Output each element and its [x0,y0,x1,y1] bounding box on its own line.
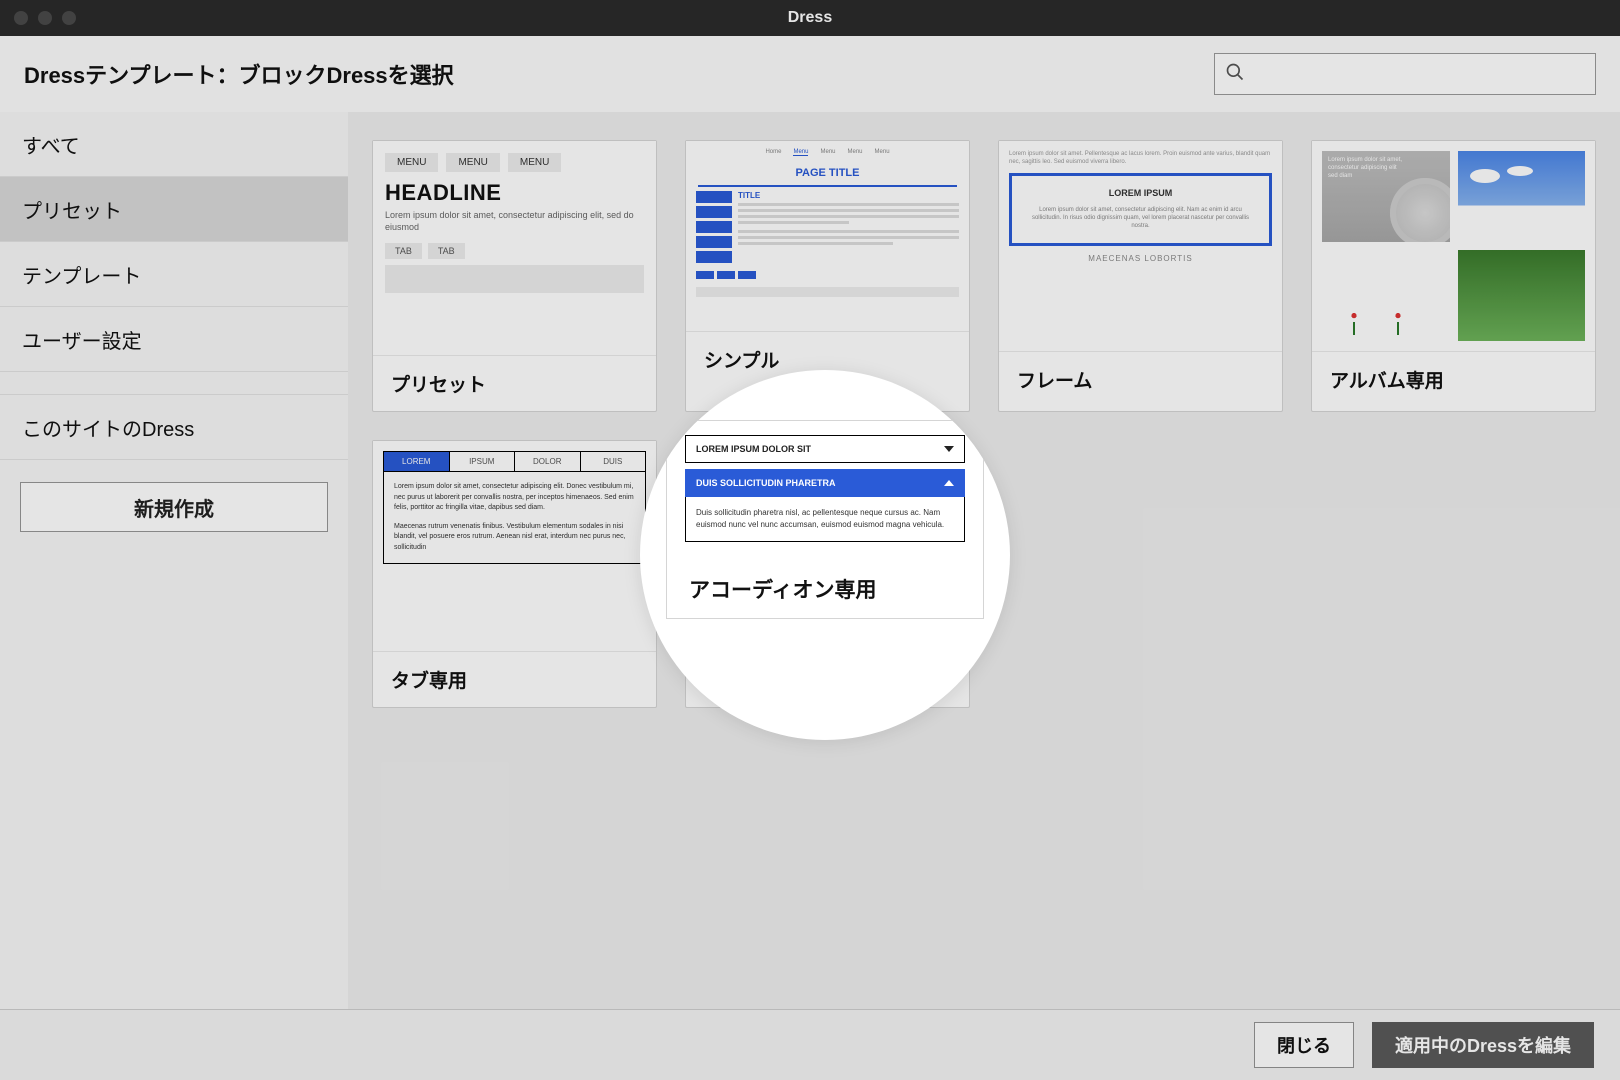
template-card-preset[interactable]: MENU MENU MENU HEADLINE Lorem ipsum dolo… [372,140,657,412]
new-button-label: 新規作成 [134,493,214,522]
sidebar-item-template[interactable]: テンプレート [0,242,348,307]
template-card-label: アコーディオン専用 [667,556,983,618]
thumb-image-ferris: Lorem ipsum dolor sit amet, consectetur … [1322,151,1450,242]
sidebar-item-preset[interactable]: プリセット [0,177,348,242]
thumb-menu-pill: MENU [385,153,438,172]
template-card-tab[interactable]: LOREMIPSUMDOLORDUIS Lorem ipsum dolor si… [372,440,657,708]
new-button[interactable]: 新規作成 [20,482,328,532]
template-thumb: MENU MENU MENU HEADLINE Lorem ipsum dolo… [373,141,656,356]
sidebar-item-label: このサイトのDress [22,413,194,442]
thumb-accordion-row-open: DUIS SOLLICITUDIN PHARETRA [685,469,965,497]
thumb-image-sky [1458,151,1586,242]
sidebar-item-this-site[interactable]: このサイトのDress [0,395,348,460]
dialog-title: Dressテンプレート：ブロックDressを選択 [24,58,454,90]
thumb-caption: MAECENAS LOBORTIS [1009,254,1272,263]
search-field[interactable] [1214,53,1596,95]
thumb-frame: LOREM IPSUM Lorem ipsum dolor sit amet, … [1009,173,1272,246]
thumb-menu-pill: MENU [446,153,499,172]
chevron-down-icon [944,446,954,452]
template-thumb: Lorem ipsum dolor sit amet. Pellentesque… [999,141,1282,352]
template-thumb: HomeMenuMenuMenuMenu PAGE TITLE TITLE [686,141,969,332]
template-card-album[interactable]: Lorem ipsum dolor sit amet, consectetur … [1311,140,1596,412]
thumb-page-title: PAGE TITLE [698,159,957,187]
chevron-up-icon [944,480,954,486]
template-card-label: プリセット [373,356,656,411]
sidebar-item-label: すべて [22,130,80,159]
template-card-label: アルバム専用 [1312,352,1595,407]
thumb-menu-pill: MENU [508,153,561,172]
sidebar-item-user[interactable]: ユーザー設定 [0,307,348,372]
template-thumb: LOREMIPSUMDOLORDUIS Lorem ipsum dolor si… [373,441,656,652]
thumb-tabs: LOREMIPSUMDOLORDUIS [383,451,646,472]
thumb-accordion-row: LOREM IPSUM DOLOR SIT [685,435,965,463]
thumb-accordion-body: Duis sollicitudin pharetra nisl, ac pell… [685,497,965,542]
dialog-footer: 閉じる 適用中のDressを編集 [0,1009,1620,1080]
sidebar-item-label: プリセット [22,195,122,224]
sidebar-separator [0,372,348,395]
template-card-frame[interactable]: Lorem ipsum dolor sit amet. Pellentesque… [998,140,1283,412]
thumb-image-flowers [1322,250,1450,341]
sidebar-item-label: テンプレート [22,260,141,289]
tutorial-spotlight: LOREM IPSUM DOLOR SIT DUIS SOLLICITUDIN … [640,370,1010,740]
window-titlebar: Dress [0,0,1620,36]
thumb-frame-body: Lorem ipsum dolor sit amet, consectetur … [1024,206,1257,231]
close-button[interactable]: 閉じる [1254,1022,1354,1068]
thumb-title: TITLE [738,191,959,200]
thumb-headline: HEADLINE [385,180,644,206]
thumb-small-text: Lorem ipsum dolor sit amet. Pellentesque… [1009,151,1272,167]
thumb-side-nav [696,191,732,263]
search-icon [1225,62,1245,87]
edit-applied-dress-button[interactable]: 適用中のDressを編集 [1372,1022,1594,1068]
search-input[interactable] [1253,65,1585,84]
edit-button-label: 適用中のDressを編集 [1395,1032,1571,1058]
thumb-tab-pill: TAB [385,243,422,259]
template-card-label: タブ専用 [373,652,656,707]
thumb-image-green [1458,250,1586,341]
sidebar-item-all[interactable]: すべて [0,112,348,177]
thumb-nav: HomeMenuMenuMenuMenu [686,145,969,159]
thumb-tab-pill: TAB [428,243,465,259]
close-button-label: 閉じる [1277,1032,1331,1058]
thumb-tab-body: Lorem ipsum dolor sit amet, consectetur … [383,472,646,564]
thumb-lorem: Lorem ipsum dolor sit amet, consectetur … [385,210,644,233]
sidebar: すべて プリセット テンプレート ユーザー設定 このサイトのDress 新規作成 [0,112,348,1080]
template-thumb: Lorem ipsum dolor sit amet, consectetur … [1312,141,1595,352]
template-card-label: フレーム [999,352,1282,407]
thumb-gray-bar [385,265,644,293]
sidebar-item-label: ユーザー設定 [22,325,142,354]
thumb-footer-pills [696,271,959,279]
thumb-frame-title: LOREM IPSUM [1024,188,1257,198]
window-title: Dress [0,9,1620,27]
dialog-header: Dressテンプレート：ブロックDressを選択 [0,36,1620,113]
